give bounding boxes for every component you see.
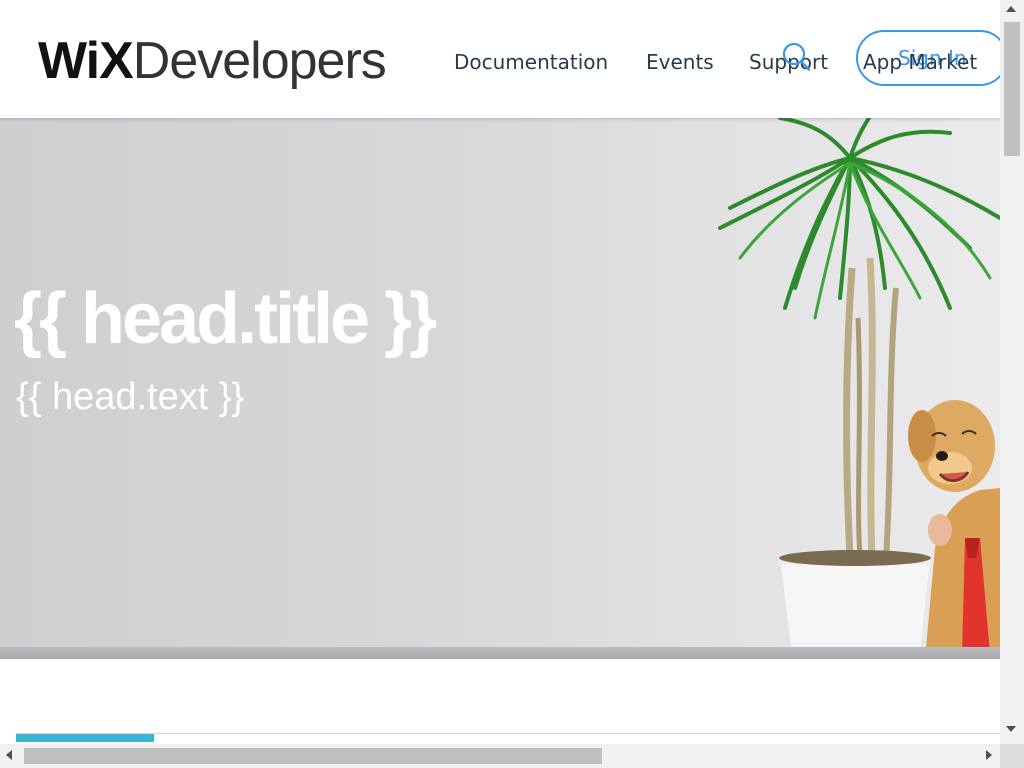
- active-tab-indicator: [16, 734, 154, 742]
- wix-developers-logo[interactable]: WiX Developers: [38, 26, 387, 96]
- scroll-left-icon[interactable]: [6, 750, 12, 760]
- horizontal-scroll-thumb[interactable]: [24, 748, 602, 764]
- hero-banner: {{ head.title }} {{ head.text }}: [0, 118, 1000, 659]
- nav-documentation[interactable]: Documentation: [454, 48, 608, 76]
- vertical-scroll-thumb[interactable]: [1004, 22, 1020, 156]
- logo-wordmark: WiX: [38, 32, 134, 90]
- page-viewport: WiX Developers Documentation Events Supp…: [0, 0, 1000, 744]
- scroll-up-icon[interactable]: [1006, 6, 1016, 12]
- plant-and-dog-photo: [718, 118, 1000, 659]
- search-icon[interactable]: [781, 42, 811, 72]
- hero-text: {{ head.text }}: [16, 376, 245, 418]
- nav-events[interactable]: Events: [646, 48, 714, 76]
- site-header: WiX Developers Documentation Events Supp…: [0, 0, 1000, 118]
- content-tab-strip: [16, 732, 1000, 744]
- scroll-right-icon[interactable]: [986, 750, 992, 760]
- logo-suffix: Developers: [132, 32, 387, 90]
- scrollbar-corner: [1000, 744, 1024, 768]
- vertical-scrollbar[interactable]: [1000, 0, 1024, 744]
- hero-title: {{ head.title }}: [14, 279, 437, 359]
- hero-floor: [0, 647, 1000, 659]
- nav-app-market[interactable]: App Market: [863, 48, 977, 76]
- tab-track: [16, 733, 1000, 734]
- scroll-down-icon[interactable]: [1006, 726, 1016, 732]
- horizontal-scrollbar[interactable]: [0, 744, 1000, 768]
